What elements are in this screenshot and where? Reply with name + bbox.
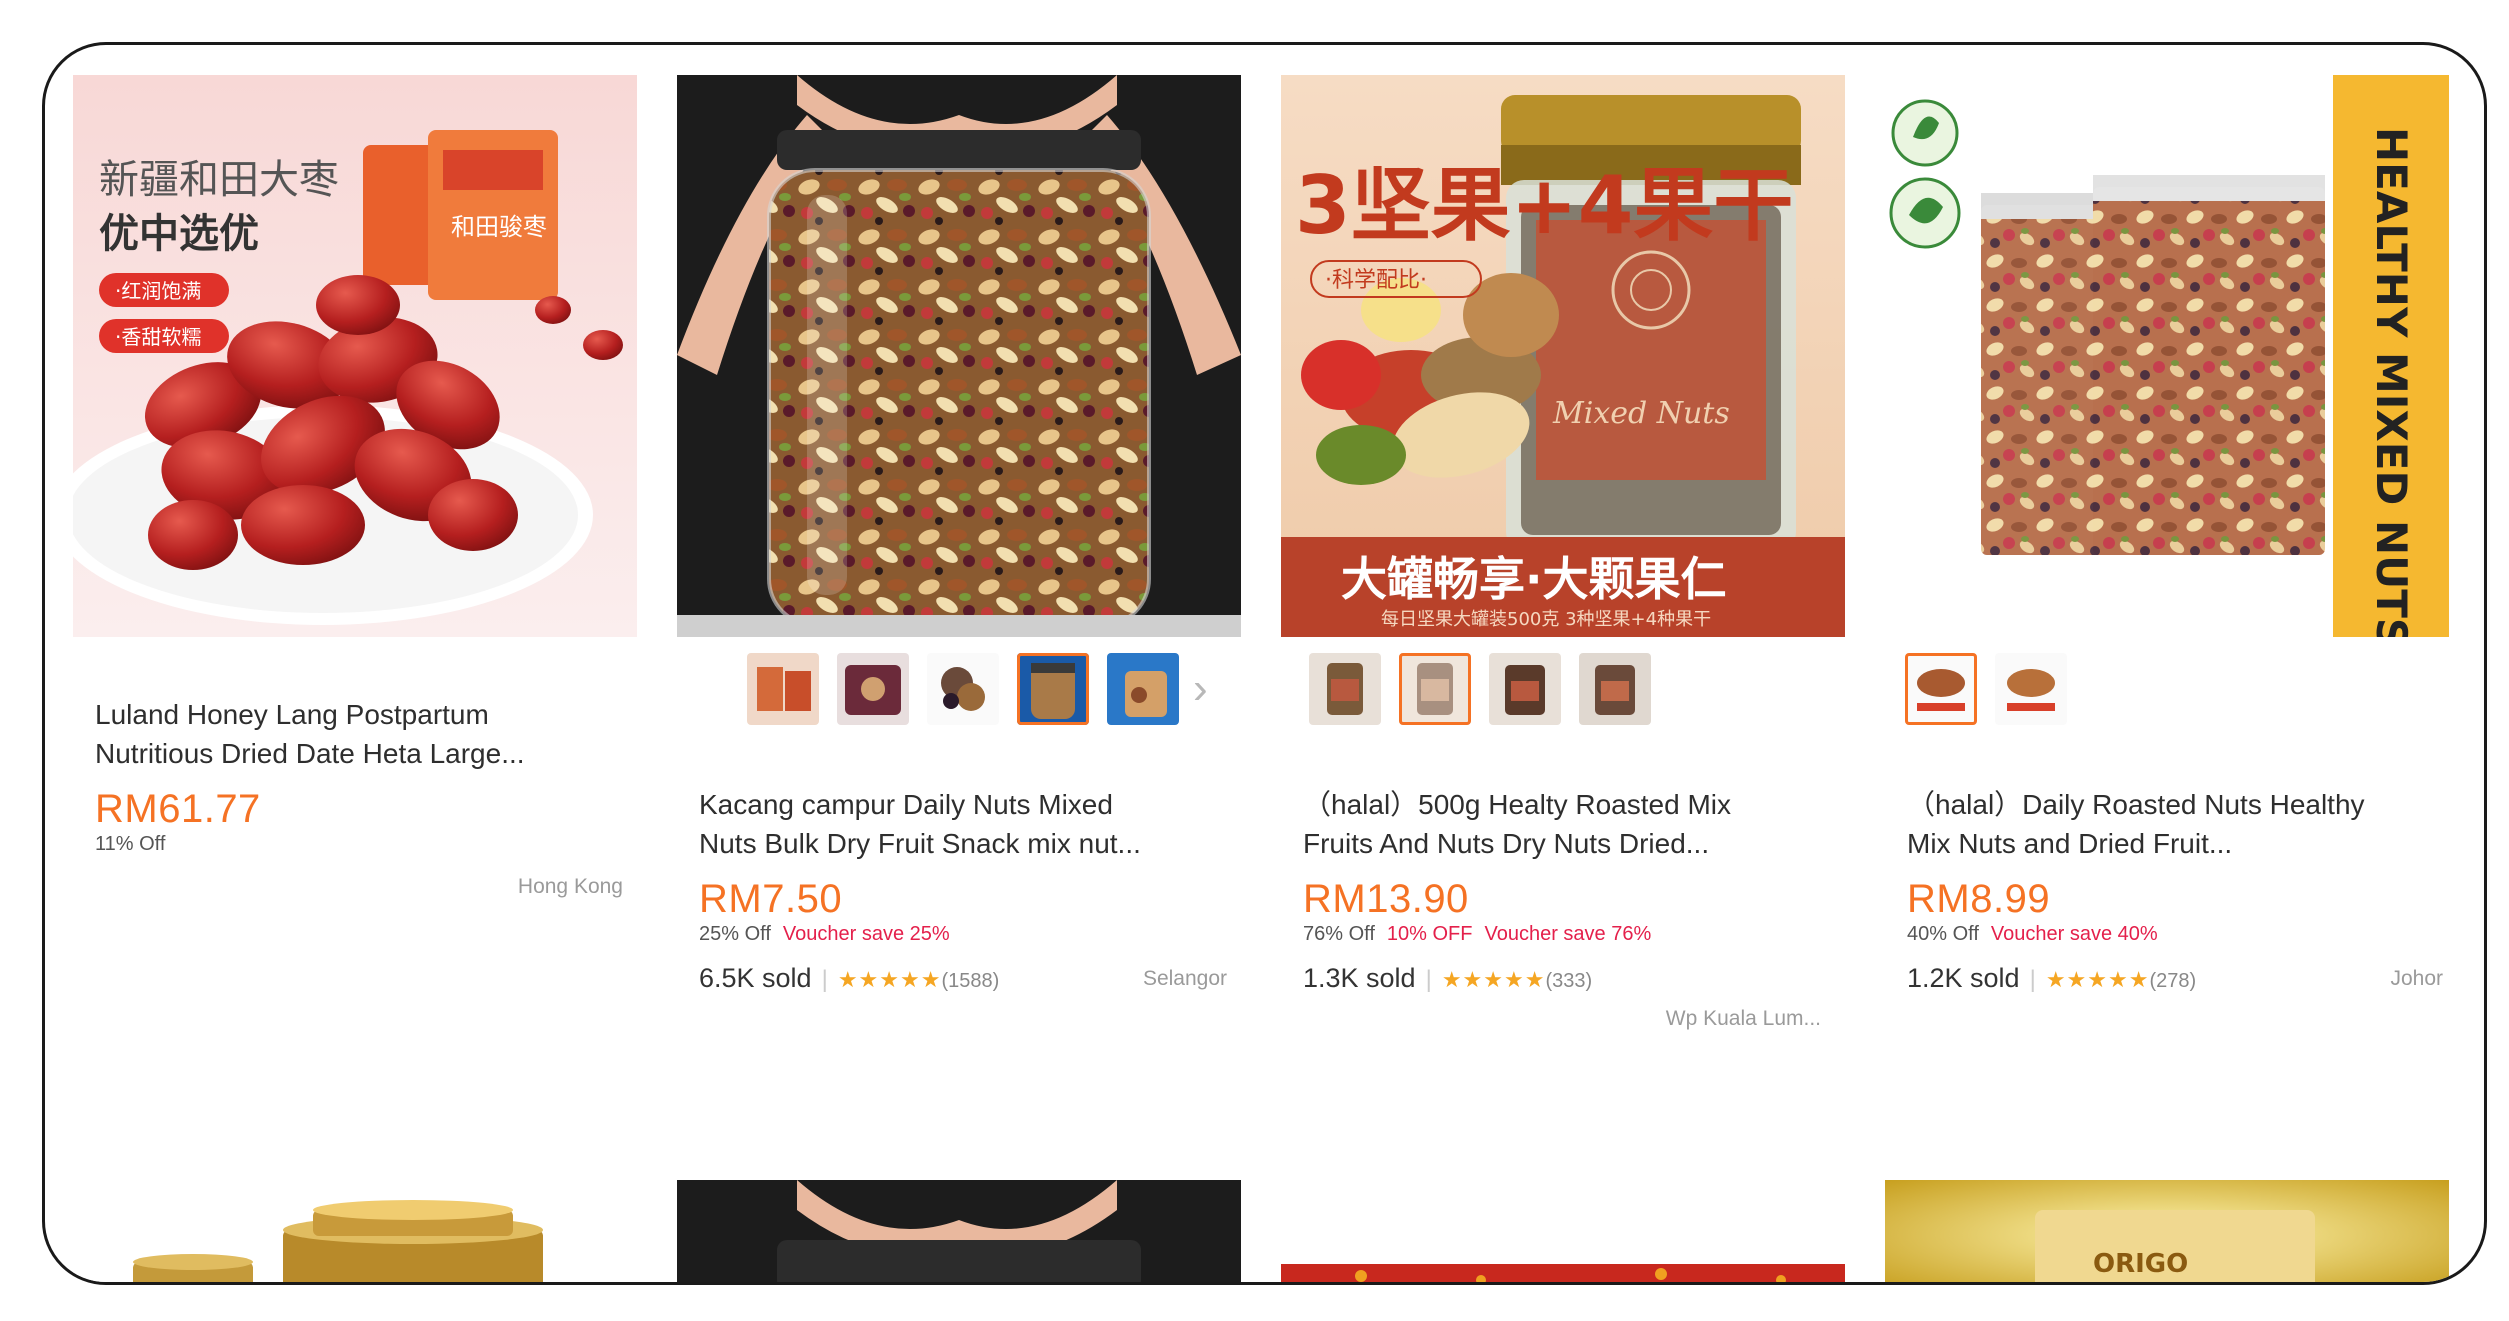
svg-text:·科学配比·: ·科学配比· — [1325, 268, 1427, 293]
svg-text:优中选优: 优中选优 — [99, 211, 259, 257]
product-title[interactable]: Kacang campur Daily Nuts Mixed Nuts Bulk… — [699, 785, 1229, 863]
svg-text:新疆和田大枣: 新疆和田大枣 — [99, 157, 339, 203]
product-image[interactable] — [677, 75, 1241, 637]
product-image[interactable]: ORIGO — [1885, 1180, 2449, 1282]
product-title-line: Fruits And Nuts Dry Nuts Dried... — [1303, 828, 1710, 859]
sales-rating-row: 1.3K sold | ★★★★★(333) — [1303, 963, 1843, 997]
thumbnail-strip — [1281, 653, 1845, 733]
chevron-right-icon[interactable]: › — [1193, 667, 1208, 711]
rating-stars-icon: ★★★★★ — [2045, 967, 2150, 992]
rating-stars-icon: ★★★★★ — [837, 967, 942, 992]
sales-rating-row: 1.2K sold | ★★★★★(278) — [1907, 963, 2447, 997]
discount-label: 40% Off Voucher save 40% — [1907, 923, 2158, 946]
discount-percent: 76% Off — [1303, 923, 1375, 945]
product-title-line: （halal）Daily Roasted Nuts Healthy — [1907, 789, 2365, 820]
product-title-line: Luland Honey Lang Postpartum — [95, 699, 489, 730]
svg-text:大罐畅享·大颗果仁: 大罐畅享·大颗果仁 — [1341, 552, 1726, 606]
seller-location: Hong Kong — [517, 875, 623, 898]
product-image[interactable] — [677, 1180, 1241, 1282]
product-title-line: Mix Nuts and Dried Fruit... — [1907, 828, 2233, 859]
thumbnail[interactable] — [927, 653, 999, 725]
rating-stars-icon: ★★★★★ — [1441, 967, 1546, 992]
svg-text:HEALTHY MIXED NUTS: HEALTHY MIXED NUTS — [2367, 127, 2416, 637]
product-price: RM13.90 — [1303, 877, 1469, 921]
thumbnail[interactable] — [1309, 653, 1381, 725]
product-title-line: Nuts Bulk Dry Fruit Snack mix nut... — [699, 828, 1141, 859]
thumbnail-strip — [1885, 653, 2449, 733]
product-title[interactable]: （halal）Daily Roasted Nuts Healthy Mix Nu… — [1907, 785, 2437, 863]
divider: | — [1425, 966, 1432, 993]
thumbnail[interactable] — [1579, 653, 1651, 725]
product-price: RM7.50 — [699, 877, 843, 921]
product-image[interactable]: 和田骏枣 新疆和田大枣 优中选优 ·红润饱满 ·香甜软糯 — [73, 75, 637, 637]
product-price: RM8.99 — [1907, 877, 2051, 921]
thumbnail-selected[interactable] — [1905, 653, 1977, 725]
svg-text:·香甜软糯: ·香甜软糯 — [115, 325, 201, 349]
seller-location: Wp Kuala Lum... — [1665, 1007, 1821, 1030]
product-image[interactable]: HEALTHY MIXED NUTS — [1885, 75, 2449, 637]
product-title[interactable]: （halal）500g Healty Roasted Mix Fruits An… — [1303, 785, 1833, 863]
rating-count: (333) — [1545, 970, 1593, 992]
product-title[interactable]: Luland Honey Lang Postpartum Nutritious … — [95, 695, 625, 773]
product-title-line: Nutritious Dried Date Heta Large... — [95, 738, 525, 769]
discount-label: 76% Off 10% OFF Voucher save 76% — [1303, 923, 1651, 946]
svg-text:Mixed Nuts: Mixed Nuts — [1552, 396, 1730, 431]
product-price: RM61.77 — [95, 787, 261, 831]
discount-label: 25% Off Voucher save 25% — [699, 923, 950, 946]
thumbnail[interactable] — [1489, 653, 1561, 725]
discount-percent: 40% Off — [1907, 923, 1979, 945]
thumbnail-selected[interactable] — [1017, 653, 1089, 725]
svg-text:ORIGO: ORIGO — [2093, 1249, 2188, 1279]
product-title-line: Kacang campur Daily Nuts Mixed — [699, 789, 1113, 820]
discount-percent: 25% Off — [699, 923, 771, 945]
rating-count: (278) — [2149, 970, 2197, 992]
product-title-line: （halal）500g Healty Roasted Mix — [1303, 789, 1731, 820]
svg-text:每日坚果大罐装500克 3种坚果+4种果干: 每日坚果大罐装500克 3种坚果+4种果干 — [1381, 609, 1711, 630]
sold-count: 1.3K sold — [1303, 963, 1416, 993]
product-image[interactable]: Mixed Nuts 3坚果+4果干 ·科学配比· 大罐畅享·大颗果仁 每日坚果… — [1281, 75, 1845, 637]
thumbnail-strip: › — [677, 653, 1241, 733]
discount-percent: 11% Off — [95, 833, 166, 855]
thumbnail[interactable] — [747, 653, 819, 725]
discount-label: 11% Off — [95, 833, 165, 856]
product-image[interactable] — [73, 1180, 637, 1282]
thumbnail[interactable] — [1995, 653, 2067, 725]
seller-location: Johor — [2390, 967, 2443, 990]
voucher-tag: 10% OFF — [1386, 923, 1473, 945]
thumbnail[interactable] — [1107, 653, 1179, 725]
thumbnail-selected[interactable] — [1399, 653, 1471, 725]
svg-text:和田骏枣: 和田骏枣 — [451, 213, 547, 241]
voucher-tag: Voucher save 76% — [1484, 923, 1652, 945]
divider: | — [821, 966, 828, 993]
sold-count: 1.2K sold — [1907, 963, 2020, 993]
voucher-tag: Voucher save 25% — [782, 923, 950, 945]
svg-text:3坚果+4果干: 3坚果+4果干 — [1295, 159, 1793, 252]
product-image[interactable] — [1281, 1180, 1845, 1282]
divider: | — [2029, 966, 2036, 993]
product-grid: 和田骏枣 新疆和田大枣 优中选优 ·红润饱满 ·香甜软糯 Luland Hone… — [42, 42, 2487, 1285]
seller-location: Selangor — [1142, 967, 1227, 990]
sold-count: 6.5K sold — [699, 963, 812, 993]
voucher-tag: Voucher save 40% — [1990, 923, 2158, 945]
thumbnail[interactable] — [837, 653, 909, 725]
svg-text:·红润饱满: ·红润饱满 — [115, 279, 201, 303]
rating-count: (1588) — [941, 970, 1000, 992]
